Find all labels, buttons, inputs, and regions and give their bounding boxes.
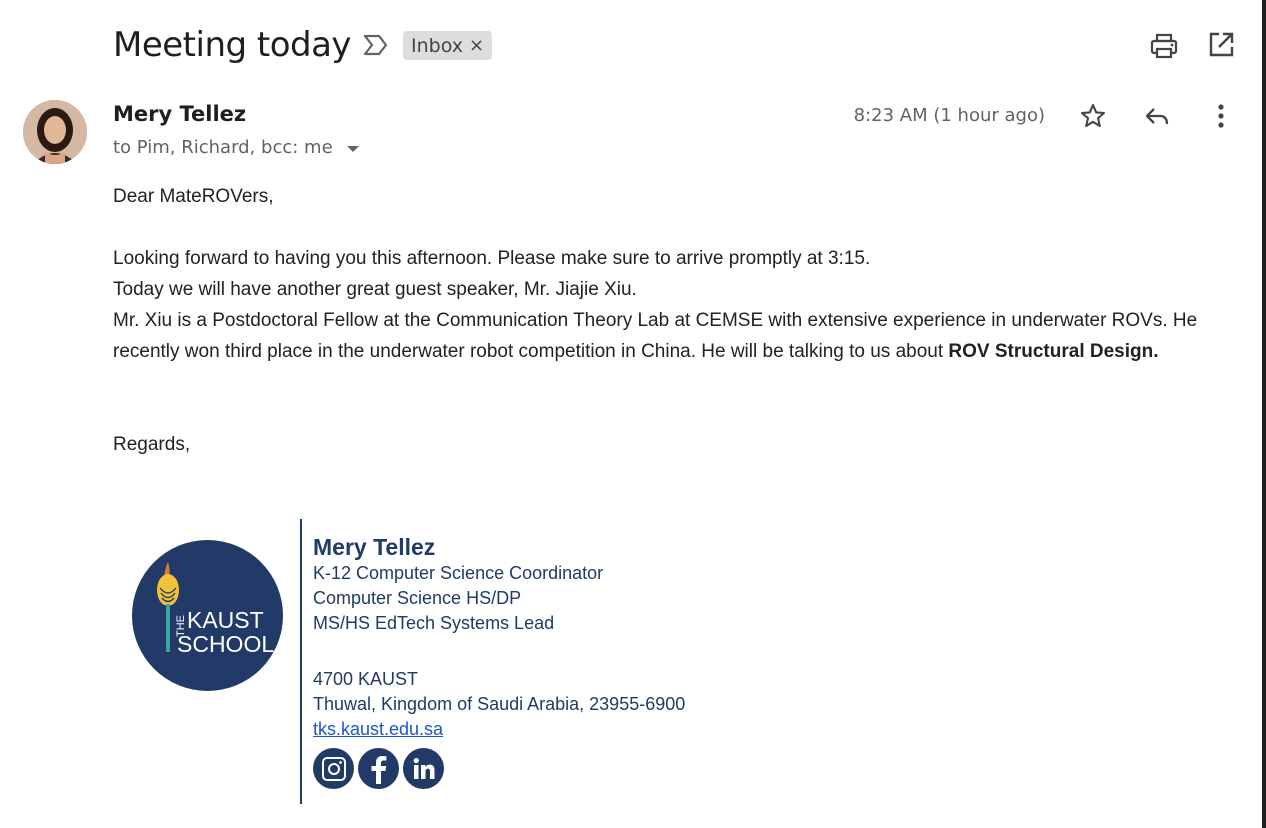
- instagram-icon: [321, 756, 346, 781]
- body-paragraph: Mr. Xiu is a Postdoctoral Fellow at the …: [113, 305, 1223, 367]
- signature-address-2: Thuwal, Kingdom of Saudi Arabia, 23955-6…: [313, 694, 686, 714]
- inbox-label-chip: Inbox ×: [403, 31, 493, 60]
- facebook-icon: [371, 755, 386, 784]
- avatar-photo: [23, 100, 87, 164]
- recipients-text: to Pim, Richard, bcc: me: [113, 137, 333, 158]
- facebook-link[interactable]: [358, 748, 399, 789]
- kaust-school-logo: THE KAUST SCHOOL: [132, 540, 283, 691]
- show-details-dropdown-icon[interactable]: [346, 145, 359, 152]
- talk-topic: ROV Structural Design.: [948, 341, 1159, 362]
- signature-block: Mery Tellez K-12 Computer Science Coordi…: [313, 533, 685, 789]
- recipients-line: to Pim, Richard, bcc: me: [113, 137, 359, 158]
- social-links: [313, 748, 685, 789]
- linkedin-icon: [413, 757, 434, 779]
- signature-name: Mery Tellez: [313, 534, 436, 560]
- body-line-1: Looking forward to having you this after…: [113, 248, 871, 269]
- logo-text-school: SCHOOL: [177, 631, 274, 657]
- window-edge: [1262, 0, 1266, 828]
- print-icon[interactable]: [1149, 31, 1179, 61]
- email-subject: Meeting today: [113, 25, 352, 65]
- star-icon[interactable]: [1079, 102, 1107, 130]
- email-body: Dear MateROVers, Looking forward to havi…: [113, 181, 1223, 460]
- reply-icon[interactable]: [1143, 104, 1171, 130]
- website-link[interactable]: tks.kaust.edu.sa: [313, 719, 443, 739]
- greeting: Dear MateROVers,: [113, 186, 274, 207]
- signature-title-3: MS/HS EdTech Systems Lead: [313, 613, 555, 633]
- importance-marker-icon[interactable]: [362, 33, 390, 57]
- instagram-link[interactable]: [313, 748, 354, 789]
- signature-title-2: Computer Science HS/DP: [313, 588, 522, 608]
- sender-name: Mery Tellez: [113, 102, 247, 126]
- remove-label-button[interactable]: ×: [469, 35, 484, 56]
- signature-divider: [300, 519, 302, 804]
- logo-text-kaust: KAUST: [187, 607, 264, 633]
- signature-address-1: 4700 KAUST: [313, 669, 419, 689]
- body-line-2: Today we will have another great guest s…: [113, 279, 637, 300]
- label-text: Inbox: [411, 34, 463, 57]
- linkedin-link[interactable]: [403, 748, 444, 789]
- more-options-icon[interactable]: [1211, 102, 1231, 130]
- open-in-new-window-icon[interactable]: [1207, 31, 1235, 59]
- closing: Regards,: [113, 434, 191, 455]
- sender-avatar[interactable]: [23, 100, 87, 164]
- email-timestamp: 8:23 AM (1 hour ago): [853, 105, 1045, 126]
- signature-title-1: K-12 Computer Science Coordinator: [313, 563, 604, 583]
